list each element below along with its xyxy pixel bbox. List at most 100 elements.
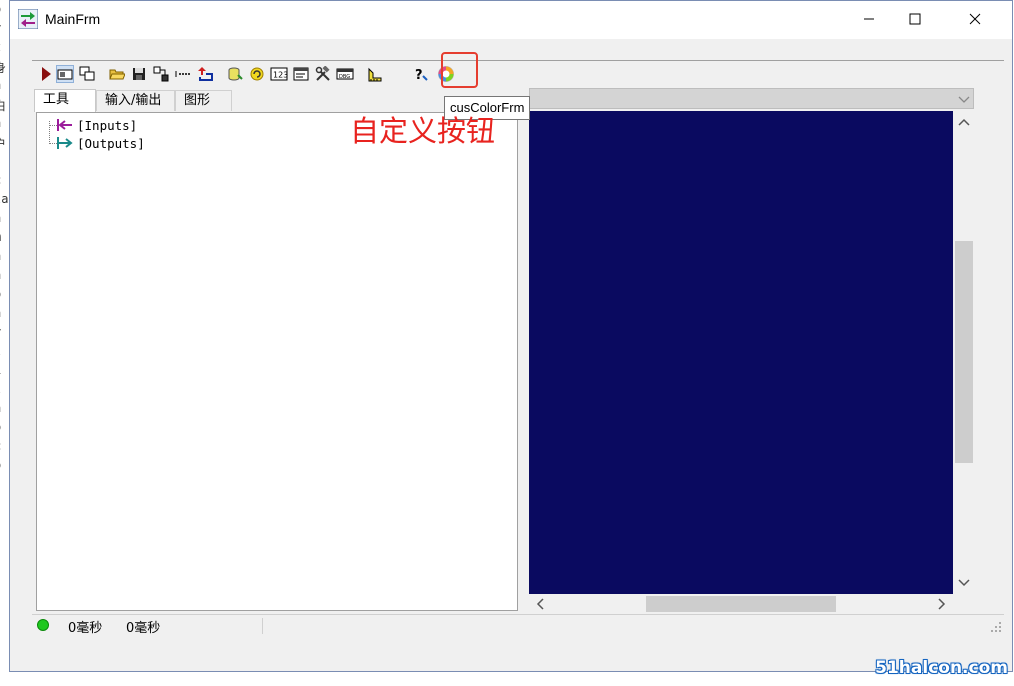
code-line: a [0, 78, 1, 92]
code-line: a [0, 268, 1, 282]
display-combo[interactable] [529, 88, 974, 109]
app-icon [18, 9, 38, 29]
code-line: la [0, 192, 9, 206]
image-display[interactable] [529, 111, 953, 594]
refresh-button[interactable] [248, 65, 266, 83]
code-line: 身 [0, 61, 7, 75]
tree-item-inputs[interactable]: [Inputs] [55, 116, 137, 134]
tools-button[interactable] [314, 65, 332, 83]
dots-icon [175, 71, 190, 77]
layout-button[interactable] [152, 65, 170, 83]
scroll-thumb[interactable] [646, 596, 836, 612]
minimize-button[interactable] [846, 1, 892, 37]
close-icon [969, 13, 981, 25]
scroll-thumb[interactable] [955, 241, 973, 463]
chevron-left-icon[interactable] [535, 598, 545, 610]
minimize-icon [864, 18, 874, 20]
window-title: MainFrm [45, 11, 101, 27]
vertical-scrollbar[interactable] [953, 111, 974, 594]
code-line: a [0, 306, 1, 320]
code-line: m [0, 230, 1, 244]
floppy-disk-icon [133, 68, 145, 80]
chevron-down-icon[interactable] [958, 577, 970, 587]
database-icon [228, 67, 243, 81]
code-line: a [0, 401, 1, 415]
window-icon [57, 69, 73, 80]
code-line: o [0, 458, 1, 472]
code-line: l [0, 344, 1, 358]
code-line: a [0, 116, 1, 130]
refresh-icon [250, 67, 264, 81]
open-button[interactable] [108, 65, 126, 83]
status-indicator [37, 619, 49, 631]
text-window-button[interactable] [292, 65, 310, 83]
ruler-icon [368, 67, 382, 82]
chevron-right-icon[interactable] [937, 598, 947, 610]
help-icon: ? [415, 68, 428, 82]
measure-button[interactable] [366, 65, 384, 83]
code-line: a [0, 249, 1, 263]
counter-button[interactable]: 123 [270, 65, 288, 83]
layout-icon [153, 66, 169, 82]
folder-open-icon [109, 69, 125, 80]
run-button[interactable] [37, 65, 55, 83]
custom-button-highlight [441, 52, 478, 88]
code-line: o [0, 420, 1, 434]
code-line: z [0, 40, 1, 54]
dots-button[interactable] [174, 65, 192, 83]
play-icon [42, 67, 51, 81]
resize-grip-icon[interactable] [990, 621, 1002, 633]
copy-icon [79, 66, 95, 81]
svg-text:DBG: DBG [339, 74, 350, 80]
code-line: s [0, 154, 1, 168]
horizontal-scrollbar[interactable] [529, 594, 953, 613]
code-line: c [0, 173, 1, 187]
watermark: 51halcon.com [875, 658, 1008, 678]
input-arrow-icon [57, 119, 72, 131]
output-arrow-icon [57, 137, 73, 149]
text-window-icon [293, 67, 309, 81]
tab-graphics[interactable]: 图形 [175, 90, 232, 111]
code-line: r [0, 21, 1, 35]
tab-tools[interactable]: 工具 [34, 89, 96, 112]
code-line: 白 [0, 99, 7, 113]
tree-item-label: [Inputs] [77, 117, 138, 133]
tool-tree: [Inputs] [Outputs] [36, 112, 518, 611]
debug-icon: DBG [336, 68, 354, 80]
status-time-1: 0毫秒 [68, 621, 103, 636]
code-line: o [0, 287, 1, 301]
counter-123-icon: 123 [270, 67, 288, 81]
code-line: a [0, 211, 1, 225]
code-line: c [0, 439, 1, 453]
svg-text:?: ? [415, 68, 423, 82]
svg-text:123: 123 [273, 71, 288, 80]
code-line: r [0, 325, 1, 339]
chevron-up-icon[interactable] [958, 117, 970, 127]
chevron-down-icon [958, 96, 970, 103]
code-line: 户 [0, 137, 7, 151]
status-time-2: 0毫秒 [126, 621, 161, 636]
code-line: i [0, 363, 1, 377]
copy-window-button[interactable] [78, 65, 96, 83]
close-button[interactable] [952, 1, 998, 37]
maximize-icon [909, 13, 921, 25]
tree-item-outputs[interactable]: [Outputs] [55, 134, 145, 152]
title-bar: MainFrm [10, 1, 1012, 39]
maximize-button[interactable] [892, 1, 938, 37]
status-separator [262, 618, 263, 634]
status-bar: 0毫秒 0毫秒 [32, 614, 1004, 637]
toolbar: 123 DBG ? [32, 52, 1004, 88]
save-button[interactable] [130, 65, 148, 83]
debug-button[interactable]: DBG [336, 65, 354, 83]
code-line: l [0, 382, 1, 396]
database-button[interactable] [226, 65, 244, 83]
image-window-button[interactable] [56, 65, 74, 83]
import-button[interactable] [196, 65, 214, 83]
code-line: o [0, 2, 1, 16]
tools-icon [315, 66, 330, 81]
tree-item-label: [Outputs] [77, 135, 145, 151]
arrow-up-icon [198, 67, 213, 81]
annotation-label: 自定义按钮 [350, 114, 496, 148]
tab-input-output[interactable]: 输入/输出 [96, 90, 175, 111]
help-button[interactable]: ? [412, 65, 430, 83]
